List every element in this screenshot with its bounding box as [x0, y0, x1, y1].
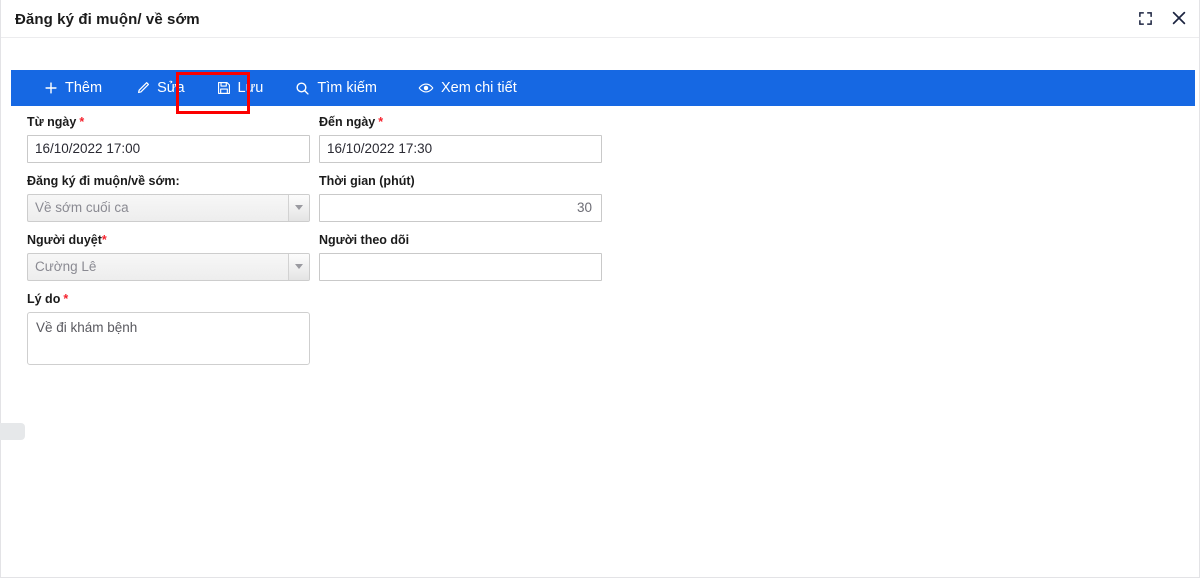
label-reason: Lý do * — [27, 292, 310, 307]
field-follower: Người theo dõi — [319, 233, 602, 281]
required-marker-reason: * — [63, 292, 69, 306]
field-from-date: Từ ngày * — [27, 115, 310, 163]
label-to-date: Đến ngày * — [319, 115, 602, 130]
dialog-titlebar: Đăng ký đi muộn/ về sớm — [1, 0, 1199, 38]
toolbar-label-search: Tìm kiếm — [317, 80, 377, 97]
label-to-date-text: Đến ngày — [319, 115, 376, 129]
label-approver-text: Người duyệt — [27, 233, 102, 247]
follower-input[interactable] — [319, 252, 602, 281]
dialog-window: Đăng ký đi muộn/ về sớm Thêm Sửa Lưu Tìm… — [0, 0, 1200, 578]
action-toolbar: Thêm Sửa Lưu Tìm kiếm Xem chi tiết — [11, 70, 1195, 106]
toolbar-button-edit[interactable]: Sửa — [125, 70, 195, 106]
chevron-down-icon[interactable] — [288, 194, 309, 221]
approver-select[interactable]: Cường Lê — [27, 252, 310, 281]
from-date-input[interactable] — [27, 134, 310, 163]
page-title: Đăng ký đi muộn/ về sớm — [15, 11, 200, 28]
plus-icon — [44, 81, 58, 95]
chevron-down-icon[interactable] — [288, 253, 309, 280]
toolbar-label-view-detail: Xem chi tiết — [440, 80, 517, 97]
close-button[interactable] — [1169, 8, 1189, 28]
reason-textarea[interactable] — [27, 311, 310, 365]
field-reason: Lý do * — [27, 292, 310, 365]
toolbar-label-save: Lưu — [237, 80, 264, 97]
required-marker-to-date: * — [378, 115, 384, 129]
toolbar-label-edit: Sửa — [157, 80, 185, 97]
register-type-select[interactable]: Về sớm cuối ca — [27, 193, 310, 222]
toolbar-button-search[interactable]: Tìm kiếm — [284, 70, 388, 106]
approver-value: Cường Lê — [35, 259, 97, 275]
eye-icon — [418, 80, 434, 96]
field-to-date: Đến ngày * — [319, 115, 602, 163]
field-duration: Thời gian (phút) — [319, 174, 602, 222]
save-icon — [217, 81, 231, 95]
to-date-input[interactable] — [319, 134, 602, 163]
fullscreen-icon — [1138, 11, 1153, 26]
left-edge-drag-handle[interactable] — [0, 423, 25, 440]
duration-input[interactable] — [319, 193, 602, 222]
label-duration: Thời gian (phút) — [319, 174, 415, 188]
close-icon — [1171, 10, 1187, 26]
toolbar-button-add[interactable]: Thêm — [33, 70, 113, 106]
toolbar-button-save[interactable]: Lưu — [206, 70, 275, 106]
fullscreen-button[interactable] — [1135, 8, 1155, 28]
toolbar-label-add: Thêm — [65, 80, 103, 97]
register-type-value: Về sớm cuối ca — [35, 200, 129, 216]
label-register-type: Đăng ký đi muộn/về sớm: — [27, 174, 180, 188]
window-controls — [1135, 8, 1189, 28]
label-approver: Người duyệt* — [27, 233, 310, 248]
pencil-icon — [136, 81, 150, 95]
field-approver: Người duyệt* Cường Lê — [27, 233, 310, 281]
required-marker-from-date: * — [79, 115, 85, 129]
label-from-date-text: Từ ngày — [27, 115, 77, 129]
label-follower: Người theo dõi — [319, 233, 410, 247]
label-reason-text: Lý do — [27, 292, 61, 306]
required-marker-approver: * — [101, 233, 107, 247]
field-register-type: Đăng ký đi muộn/về sớm: Về sớm cuối ca — [27, 174, 310, 222]
toolbar-button-view-detail[interactable]: Xem chi tiết — [407, 70, 528, 106]
label-from-date: Từ ngày * — [27, 115, 310, 130]
search-icon — [295, 81, 310, 96]
toolbar-container: Thêm Sửa Lưu Tìm kiếm Xem chi tiết — [11, 70, 1195, 114]
